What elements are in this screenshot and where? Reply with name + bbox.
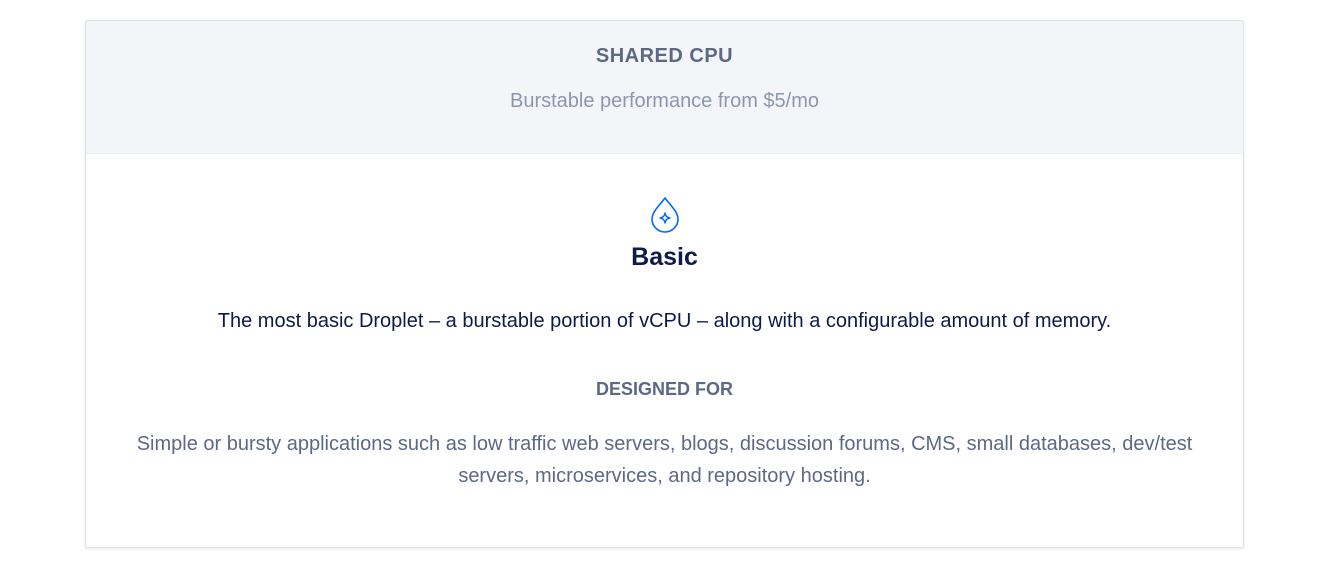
plan-description: The most basic Droplet – a burstable por… (217, 310, 1112, 332)
plan-name: Basic (631, 243, 698, 271)
shared-cpu-card: SHARED CPU Burstable performance from $5… (85, 20, 1244, 548)
card-header-subtitle: Burstable performance from $5/mo (509, 90, 820, 112)
card-header-title: SHARED CPU (595, 45, 734, 67)
designed-for-text: Simple or bursty applications such as lo… (136, 433, 1193, 487)
card-body: Basic The most basic Droplet – a burstab… (86, 196, 1243, 492)
droplet-sparkle-icon (650, 197, 679, 233)
card-header: SHARED CPU Burstable performance from $5… (86, 21, 1243, 154)
designed-for-label: DESIGNED FOR (595, 379, 733, 399)
